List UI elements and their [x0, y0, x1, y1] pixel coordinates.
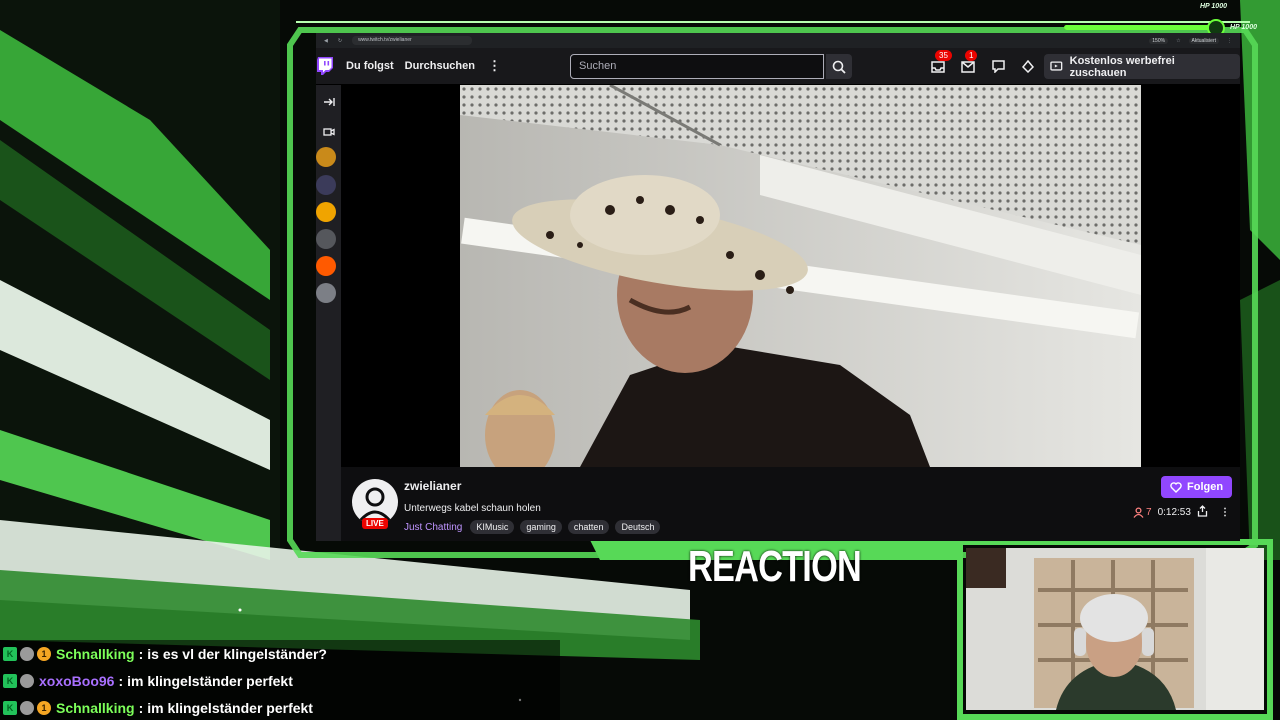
uptime: 0:12:53	[1157, 507, 1191, 518]
channel-name[interactable]: zwielianer	[404, 479, 461, 493]
star-icon[interactable]: ☆	[1176, 38, 1180, 44]
stream-title: Unterwegs kabel schaun holen	[404, 503, 541, 514]
live-badge: LIVE	[362, 518, 388, 529]
ad-free-promo-button[interactable]: Kostenlos werbefrei zuschauen	[1044, 54, 1240, 79]
chat-username: Schnallking	[56, 699, 135, 716]
twitch-body: LIVE zwielianer Unterwegs kabel schaun h…	[316, 85, 1240, 541]
hp-bar	[1064, 25, 1214, 30]
more-menu-icon[interactable]: ⋮	[488, 58, 501, 74]
kick-badge-icon: K	[3, 646, 17, 661]
twitch-logo-icon[interactable]	[316, 55, 336, 77]
bits-button[interactable]	[1020, 59, 1036, 75]
chat-bubble-icon	[991, 60, 1005, 73]
back-icon[interactable]: ◀	[324, 38, 328, 44]
inbox-badge: 35	[935, 49, 952, 61]
nav-icons: 35 1	[930, 48, 1036, 85]
expand-sidebar-icon[interactable]	[320, 93, 337, 110]
zoom-indicator[interactable]: 150%	[1149, 37, 1169, 44]
tag-chip[interactable]: Deutsch	[615, 520, 661, 534]
chat-separator: :	[138, 699, 144, 716]
address-bar[interactable]: www.twitch.tv/zwielianer	[352, 36, 473, 45]
sidebar-channel-avatar[interactable]	[316, 175, 336, 195]
viewer-count-value: 7	[1146, 507, 1152, 518]
hp-top-label: HP 1000	[1200, 3, 1227, 10]
stream-tags: Just Chatting KIMusic gaming chatten Deu…	[404, 520, 661, 534]
nav-following[interactable]: Du folgst	[346, 60, 394, 72]
kick-badge-icon: K	[3, 673, 17, 688]
tag-chip[interactable]: KIMusic	[470, 520, 515, 534]
video-player[interactable]	[341, 85, 1240, 467]
chat-overlay: K 1 Schnallking: is es vl der klingelstände…	[0, 640, 560, 720]
followed-channels-icon[interactable]	[320, 123, 337, 140]
heart-icon	[1170, 481, 1182, 493]
sub-badge-icon	[20, 700, 34, 715]
twitch-top-nav: Du folgst Durchsuchen ⋮ Suchen 35 1 Kost…	[316, 48, 1240, 85]
chat-text: is es vl der klingelständer?	[147, 645, 327, 662]
tv-icon	[1050, 61, 1063, 71]
sidebar-channel-avatar[interactable]	[316, 283, 336, 303]
inbox-button[interactable]: 35	[930, 49, 952, 75]
stream-meta: 7 0:12:53 ⋮	[1133, 505, 1230, 520]
sidebar-channel-avatar[interactable]	[316, 147, 336, 167]
hp-label: HP 1000	[1230, 24, 1257, 31]
whispers-button[interactable]	[990, 59, 1006, 75]
chat-text: im klingelständer perfekt	[127, 672, 293, 689]
search-button[interactable]	[826, 54, 852, 79]
more-options-icon[interactable]: ⋮	[1220, 507, 1230, 518]
promo-label: Kostenlos werbefrei zuschauen	[1069, 54, 1175, 79]
viewer-count: 7	[1133, 507, 1152, 518]
chat-message: K 1 Schnallking: im klingelständer perfekt	[0, 694, 560, 720]
chat-text: im klingelständer perfekt	[147, 699, 313, 716]
hp-bar-fill	[1064, 25, 1210, 30]
kick-badge-icon: K	[3, 700, 17, 715]
share-icon[interactable]	[1197, 505, 1208, 520]
search-input[interactable]: Suchen	[570, 54, 824, 79]
tag-chip[interactable]: chatten	[567, 520, 610, 534]
stream-info: LIVE zwielianer Unterwegs kabel schaun h…	[341, 467, 1240, 541]
chat-message: K 1 Schnallking: is es vl der klingelstände…	[0, 640, 560, 667]
chat-message: KxoxoBoo96: im klingelständer perfekt	[0, 667, 560, 694]
search-bar: Suchen	[570, 54, 852, 79]
browser-window: ◀ ↻ www.twitch.tv/zwielianer 150% ☆ Aktu…	[316, 33, 1240, 541]
viewer-person-icon	[1133, 507, 1144, 518]
profile-chip[interactable]: Aktualisiert	[1188, 37, 1219, 44]
notifications-badge: 1	[965, 49, 978, 61]
side-nav	[316, 85, 341, 541]
chat-username: Schnallking	[56, 645, 135, 662]
bits-gem-icon	[1022, 60, 1034, 73]
chat-separator: :	[138, 645, 144, 662]
gift-badge-icon: 1	[37, 700, 51, 715]
category-link[interactable]: Just Chatting	[404, 522, 462, 533]
follow-button[interactable]: Folgen	[1161, 476, 1233, 498]
stream-video-frame	[460, 85, 1141, 467]
mail-icon	[961, 60, 975, 73]
reload-icon[interactable]: ↻	[338, 38, 342, 44]
sub-badge-icon	[20, 646, 34, 661]
sidebar-channel-avatar[interactable]	[316, 229, 336, 249]
webcam-feed	[966, 548, 1264, 710]
chat-separator: :	[118, 672, 124, 689]
sidebar-channel-avatar[interactable]	[316, 256, 336, 276]
tag-chip[interactable]: gaming	[520, 520, 562, 534]
gift-badge-icon: 1	[37, 646, 51, 661]
sub-badge-icon	[20, 673, 34, 688]
notifications-button[interactable]: 1	[960, 49, 978, 75]
menu-icon[interactable]: ⋮	[1227, 38, 1232, 44]
nav-browse[interactable]: Durchsuchen	[405, 60, 475, 72]
follow-label: Folgen	[1187, 481, 1224, 493]
inbox-icon	[931, 60, 945, 73]
browser-chrome: ◀ ↻ www.twitch.tv/zwielianer 150% ☆ Aktu…	[316, 33, 1240, 48]
reaction-title: REACTION	[688, 542, 862, 591]
chat-username: xoxoBoo96	[39, 672, 115, 689]
search-icon	[832, 60, 846, 74]
sidebar-channel-avatar[interactable]	[316, 202, 336, 222]
